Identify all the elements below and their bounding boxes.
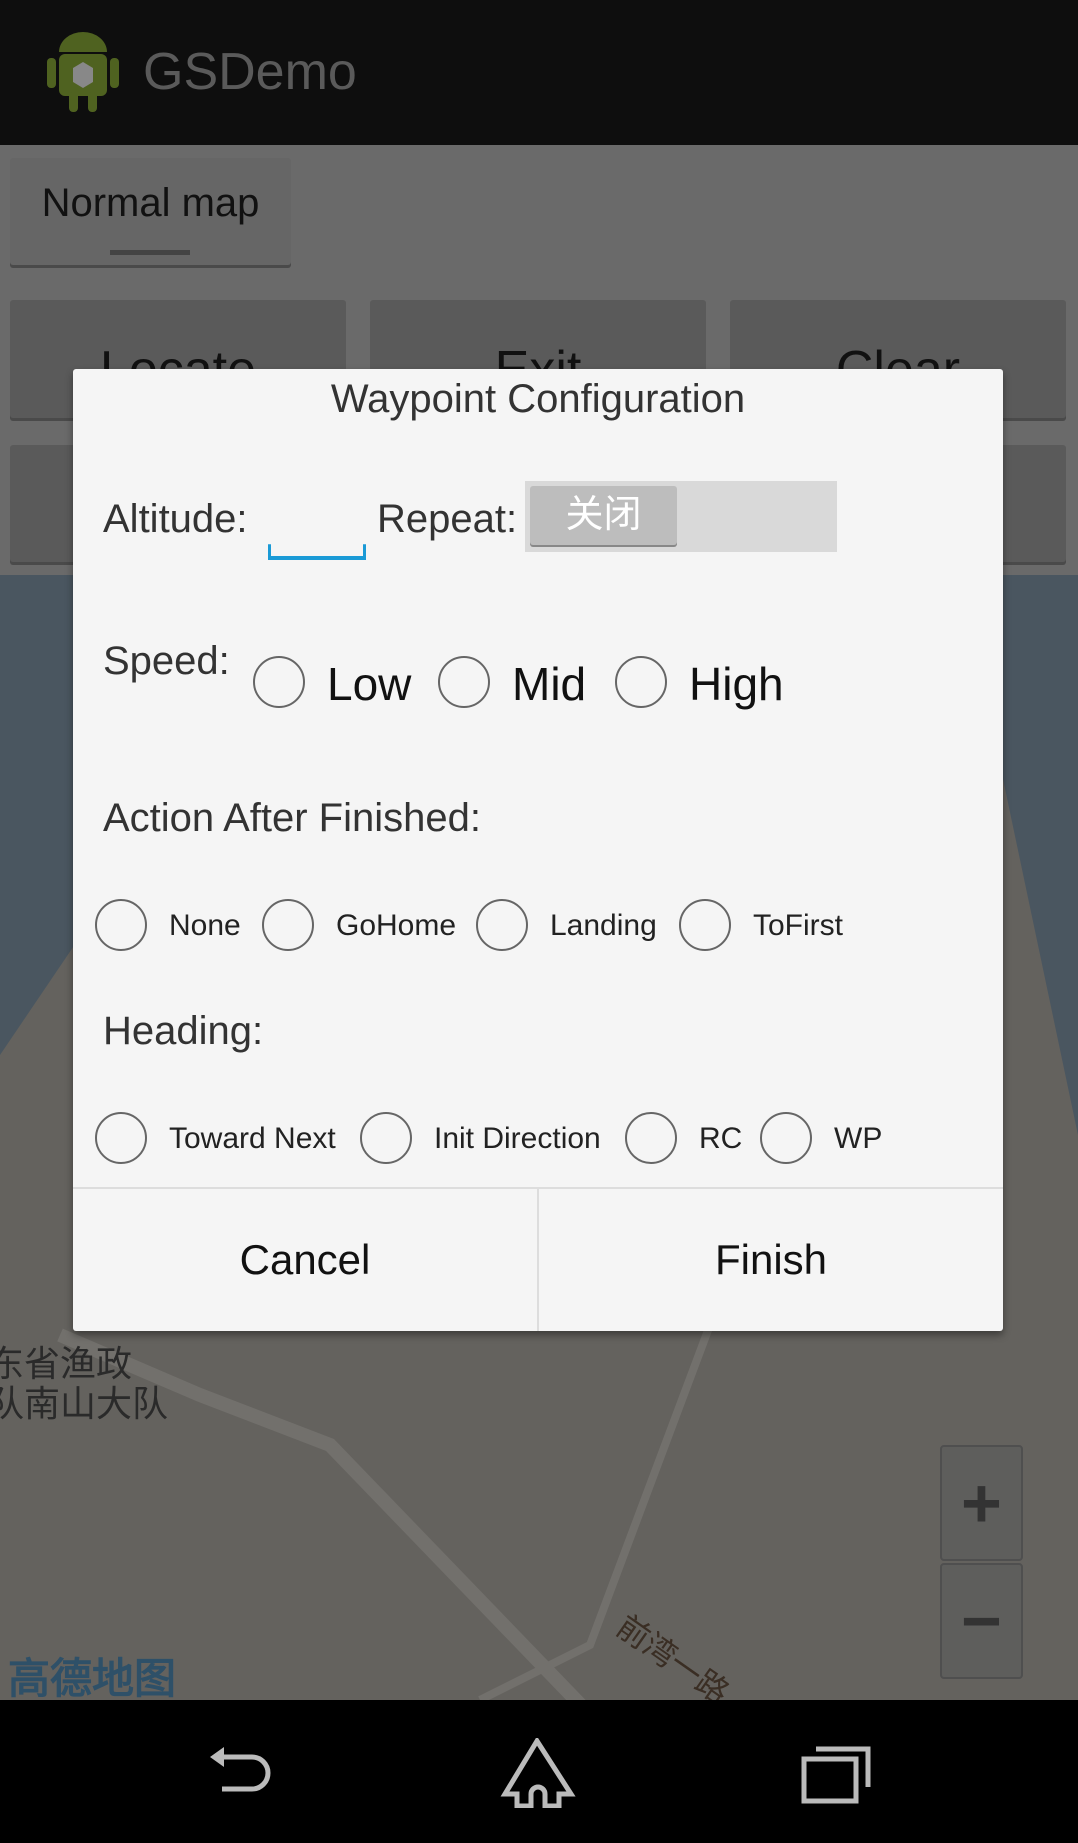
- speed-mid-radio[interactable]: [438, 656, 490, 708]
- speed-high-label: High: [689, 658, 784, 710]
- finish-button[interactable]: Finish: [539, 1189, 1003, 1331]
- repeat-label: Repeat:: [377, 497, 518, 541]
- heading-label: Heading:: [103, 1009, 264, 1053]
- speed-label: Speed:: [103, 639, 230, 683]
- map-type-spinner[interactable]: Normal map: [10, 158, 291, 265]
- map-type-label: Normal map: [41, 181, 260, 225]
- action-gohome-radio[interactable]: [262, 899, 314, 951]
- heading-init-direction-label: Init Direction: [434, 1122, 601, 1155]
- heading-toward-next-radio[interactable]: [95, 1112, 147, 1164]
- waypoint-config-dialog: Waypoint Configuration Altitude: Repeat:…: [73, 369, 1003, 1331]
- heading-toward-next-label: Toward Next: [169, 1122, 336, 1155]
- zoom-in-button[interactable]: +: [940, 1445, 1023, 1561]
- action-gohome-label: GoHome: [336, 909, 457, 942]
- map-label: 队南山大队: [0, 1383, 169, 1424]
- action-landing-radio[interactable]: [476, 899, 528, 951]
- spinner-indicator: [110, 250, 190, 255]
- cancel-button[interactable]: Cancel: [73, 1189, 537, 1331]
- recents-icon[interactable]: [800, 1745, 880, 1805]
- amap-logo: 高德地图: [8, 1655, 177, 1700]
- action-none-label: None: [169, 909, 241, 942]
- action-bar: GSDemo: [0, 0, 1078, 145]
- action-landing-label: Landing: [550, 909, 657, 942]
- zoom-out-button[interactable]: −: [940, 1563, 1023, 1679]
- heading-wp-radio[interactable]: [760, 1112, 812, 1164]
- switch-thumb: 关闭: [530, 486, 677, 545]
- home-icon[interactable]: [495, 1738, 585, 1808]
- app-title: GSDemo: [143, 43, 357, 101]
- action-label: Action After Finished:: [103, 796, 481, 840]
- speed-low-label: Low: [327, 658, 412, 710]
- heading-init-direction-radio[interactable]: [360, 1112, 412, 1164]
- android-icon: [47, 32, 119, 112]
- speed-low-radio[interactable]: [253, 656, 305, 708]
- navigation-bar: [0, 1700, 1078, 1843]
- speed-high-radio[interactable]: [615, 656, 667, 708]
- speed-mid-label: Mid: [512, 658, 587, 710]
- back-icon[interactable]: [200, 1745, 280, 1805]
- action-tofirst-label: ToFirst: [753, 909, 843, 942]
- altitude-label: Altitude:: [103, 497, 248, 541]
- altitude-input[interactable]: [268, 544, 366, 560]
- heading-rc-radio[interactable]: [625, 1112, 677, 1164]
- dialog-title: Waypoint Configuration: [330, 377, 746, 421]
- action-none-radio[interactable]: [95, 899, 147, 951]
- heading-wp-label: WP: [834, 1122, 883, 1155]
- heading-rc-label: RC: [699, 1122, 743, 1155]
- action-tofirst-radio[interactable]: [679, 899, 731, 951]
- repeat-switch[interactable]: 关闭: [525, 481, 837, 552]
